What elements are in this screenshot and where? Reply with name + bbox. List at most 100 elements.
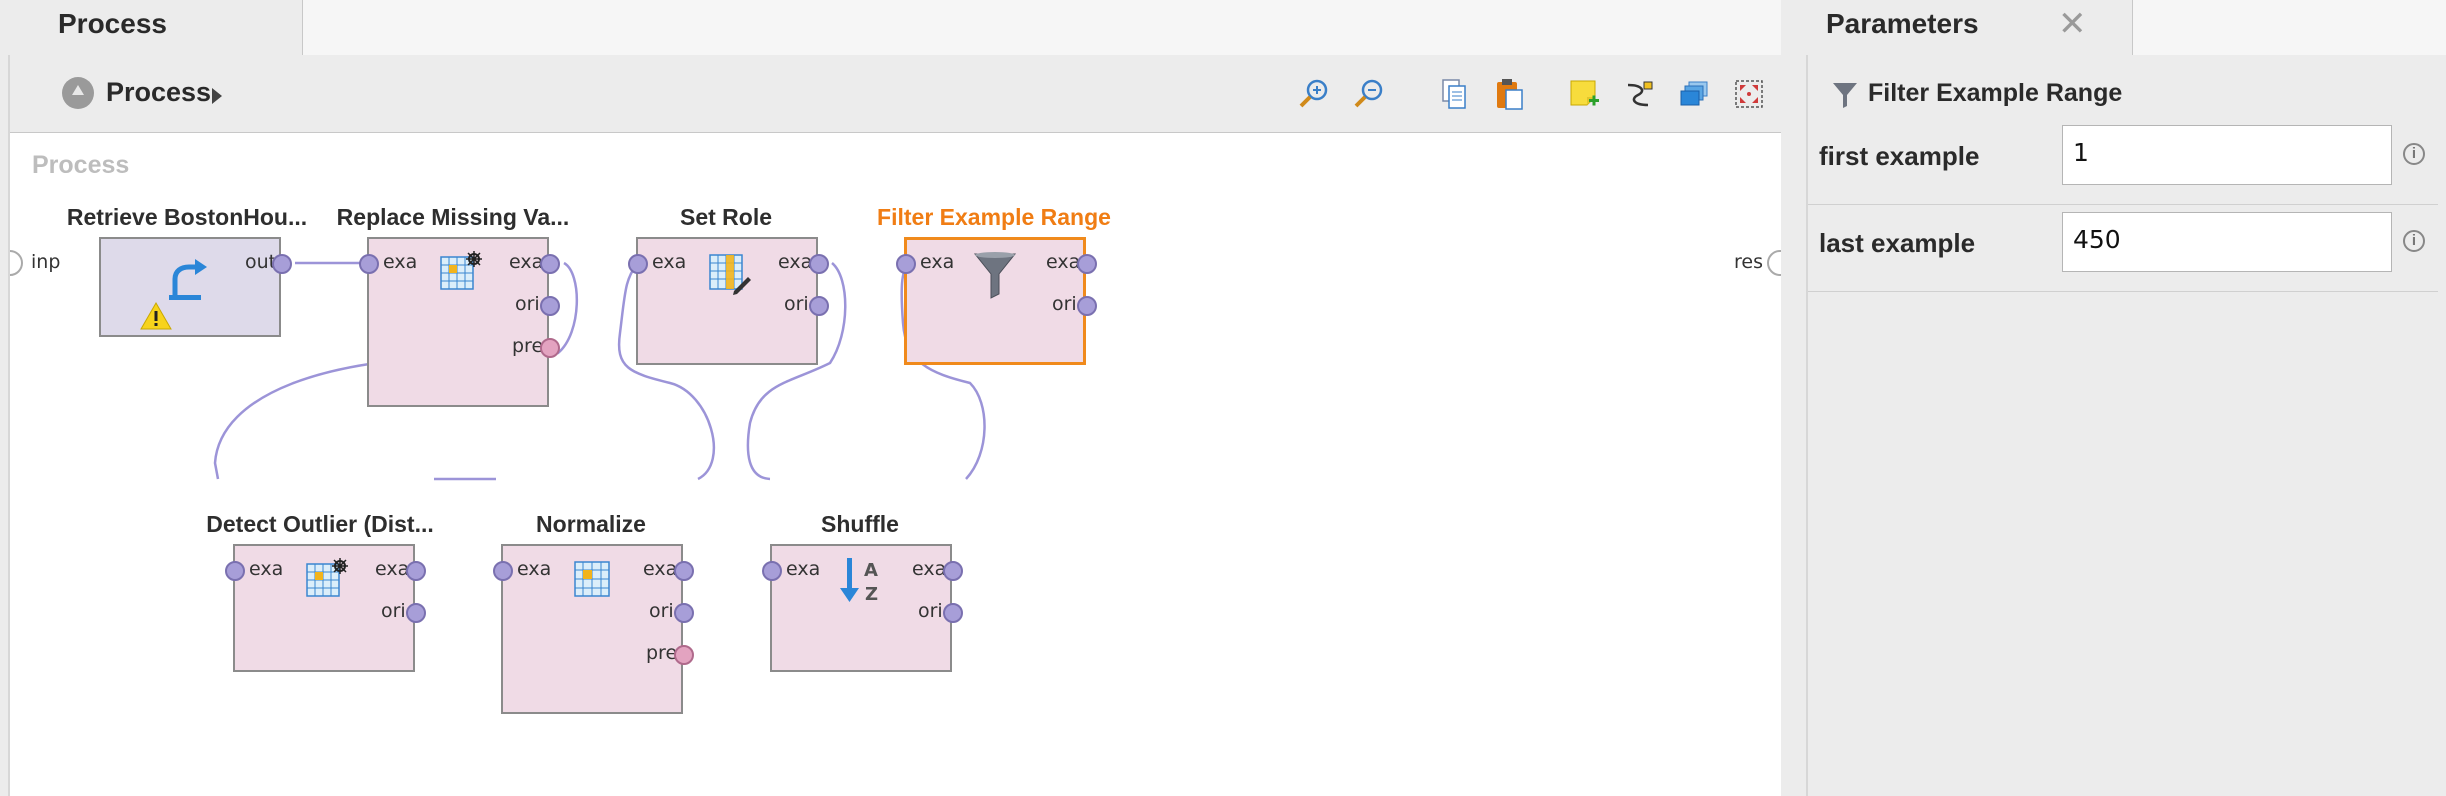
up-level-icon[interactable] bbox=[62, 77, 94, 109]
port-label-ori: ori bbox=[381, 600, 406, 622]
port-label-ori: ori bbox=[515, 293, 540, 315]
port-label-exa-out: exa bbox=[912, 558, 947, 580]
param-row-last-example: last example 450 i bbox=[1808, 204, 2438, 292]
port-label-pre: pre bbox=[512, 335, 544, 357]
port-replace-out-exa[interactable] bbox=[540, 254, 560, 274]
svg-text:Z: Z bbox=[865, 584, 878, 605]
table-edit-icon bbox=[709, 254, 751, 295]
port-outlier-out-ori[interactable] bbox=[406, 603, 426, 623]
arrange-layers-icon[interactable] bbox=[1677, 77, 1711, 111]
operator-normalize[interactable]: exa exa ori pre bbox=[493, 544, 694, 714]
port-shuffle-in-exa[interactable] bbox=[762, 561, 782, 581]
close-icon[interactable]: ✕ bbox=[2058, 4, 2087, 44]
parameters-panel: Filter Example Range first example 1 i l… bbox=[1808, 55, 2446, 796]
sort-az-icon: A Z bbox=[840, 558, 878, 605]
zoom-in-icon[interactable] bbox=[1297, 77, 1331, 111]
port-normalize-out-exa[interactable] bbox=[674, 561, 694, 581]
port-filter-in-exa[interactable] bbox=[896, 254, 916, 274]
tab-parameters-label: Parameters bbox=[1826, 8, 1979, 39]
first-example-field[interactable]: 1 bbox=[2062, 125, 2392, 185]
operator-title-retrieve: Retrieve BostonHou... bbox=[66, 204, 308, 230]
retrieve-icon bbox=[169, 259, 207, 300]
port-setrole-out-ori[interactable] bbox=[809, 296, 829, 316]
table-icon bbox=[574, 561, 610, 597]
port-label-exa-out: exa bbox=[509, 251, 544, 273]
funnel-icon bbox=[1833, 83, 1857, 108]
port-label-exa-out: exa bbox=[643, 558, 678, 580]
table-gear-icon bbox=[440, 251, 482, 290]
port-label-ori: ori bbox=[1052, 293, 1077, 315]
table-gear-icon bbox=[306, 558, 348, 597]
port-normalize-in-exa[interactable] bbox=[493, 561, 513, 581]
port-label-exa-out: exa bbox=[375, 558, 410, 580]
info-icon[interactable]: i bbox=[2403, 143, 2425, 165]
port-replace-in-exa[interactable] bbox=[359, 254, 379, 274]
port-label-exa-in: exa bbox=[652, 251, 687, 273]
add-note-icon[interactable] bbox=[1567, 77, 1601, 111]
port-label-ori: ori bbox=[649, 600, 674, 622]
breadcrumb[interactable]: Process bbox=[106, 77, 211, 108]
port-shuffle-out-ori[interactable] bbox=[943, 603, 963, 623]
parameters-tabstrip bbox=[2133, 0, 2446, 56]
param-row-first-example: first example 1 i bbox=[1808, 117, 2438, 205]
operator-title-shuffle: Shuffle bbox=[821, 511, 899, 537]
port-replace-out-ori[interactable] bbox=[540, 296, 560, 316]
operator-shuffle[interactable]: exa exa ori A Z bbox=[762, 544, 963, 672]
port-filter-out-exa[interactable] bbox=[1077, 254, 1097, 274]
operator-title-filter-example-range: Filter Example Range bbox=[877, 204, 1111, 230]
paste-icon[interactable] bbox=[1492, 77, 1526, 111]
tab-process-label: Process bbox=[58, 8, 167, 39]
operator-replace-missing[interactable]: exa exa ori pre bbox=[359, 237, 560, 407]
input-edge-port-label: inp bbox=[31, 251, 61, 273]
port-label-exa-in: exa bbox=[249, 558, 284, 580]
param-label-last-example: last example bbox=[1819, 228, 1976, 258]
tab-parameters[interactable]: Parameters ✕ bbox=[1808, 0, 2133, 55]
svg-text:A: A bbox=[864, 560, 878, 581]
operator-retrieve[interactable]: out bbox=[99, 237, 292, 337]
info-icon[interactable]: i bbox=[2403, 230, 2425, 252]
port-retrieve-out[interactable] bbox=[272, 254, 292, 274]
port-setrole-out-exa[interactable] bbox=[809, 254, 829, 274]
operator-title-normalize: Normalize bbox=[536, 511, 646, 537]
port-outlier-out-exa[interactable] bbox=[406, 561, 426, 581]
port-label-exa-out: exa bbox=[1046, 251, 1081, 273]
port-normalize-out-ori[interactable] bbox=[674, 603, 694, 623]
port-filter-out-ori[interactable] bbox=[1077, 296, 1097, 316]
breadcrumb-arrow-icon[interactable] bbox=[212, 88, 222, 104]
operator-detect-outlier[interactable]: exa exa ori bbox=[225, 544, 426, 672]
port-setrole-in-exa[interactable] bbox=[628, 254, 648, 274]
last-example-field[interactable]: 450 bbox=[2062, 212, 2392, 272]
copy-icon[interactable] bbox=[1437, 77, 1471, 111]
process-toolbar: Process bbox=[10, 55, 1781, 133]
port-normalize-out-pre[interactable] bbox=[674, 645, 694, 665]
funnel-icon bbox=[973, 252, 1017, 299]
operator-title-detect-outlier: Detect Outlier (Dist... bbox=[206, 511, 434, 537]
process-tabstrip bbox=[303, 0, 1783, 56]
port-outlier-in-exa[interactable] bbox=[225, 561, 245, 581]
zoom-out-icon[interactable] bbox=[1352, 77, 1386, 111]
port-label-ori: ori bbox=[918, 600, 943, 622]
operator-title-set-role: Set Role bbox=[679, 204, 773, 230]
param-label-first-example: first example bbox=[1819, 141, 1980, 171]
result-edge-port-label: res bbox=[1734, 251, 1763, 273]
port-label-exa-in: exa bbox=[786, 558, 821, 580]
port-label-exa-in: exa bbox=[920, 251, 955, 273]
process-canvas[interactable]: Process inp res Retrieve BostonHou... ou… bbox=[10, 133, 1782, 796]
port-label-exa-in: exa bbox=[383, 251, 418, 273]
port-shuffle-out-exa[interactable] bbox=[943, 561, 963, 581]
tab-process[interactable]: Process bbox=[10, 0, 303, 55]
fit-to-view-icon[interactable] bbox=[1732, 77, 1766, 111]
port-label-pre: pre bbox=[646, 642, 678, 664]
panel-separator[interactable] bbox=[1781, 0, 1808, 796]
port-label-ori: ori bbox=[784, 293, 809, 315]
auto-wire-icon[interactable] bbox=[1622, 77, 1656, 111]
port-replace-out-pre[interactable] bbox=[540, 338, 560, 358]
operator-title-replace-missing: Replace Missing Va... bbox=[336, 204, 570, 230]
operator-filter-example-range[interactable]: exa exa ori bbox=[896, 237, 1097, 365]
connection-wires bbox=[213, 261, 986, 481]
warning-icon bbox=[140, 301, 172, 330]
parameters-operator-name: Filter Example Range bbox=[1868, 79, 2123, 107]
port-label-exa-out: exa bbox=[778, 251, 813, 273]
operator-set-role[interactable]: exa exa ori bbox=[628, 237, 829, 365]
port-label-exa-in: exa bbox=[517, 558, 552, 580]
